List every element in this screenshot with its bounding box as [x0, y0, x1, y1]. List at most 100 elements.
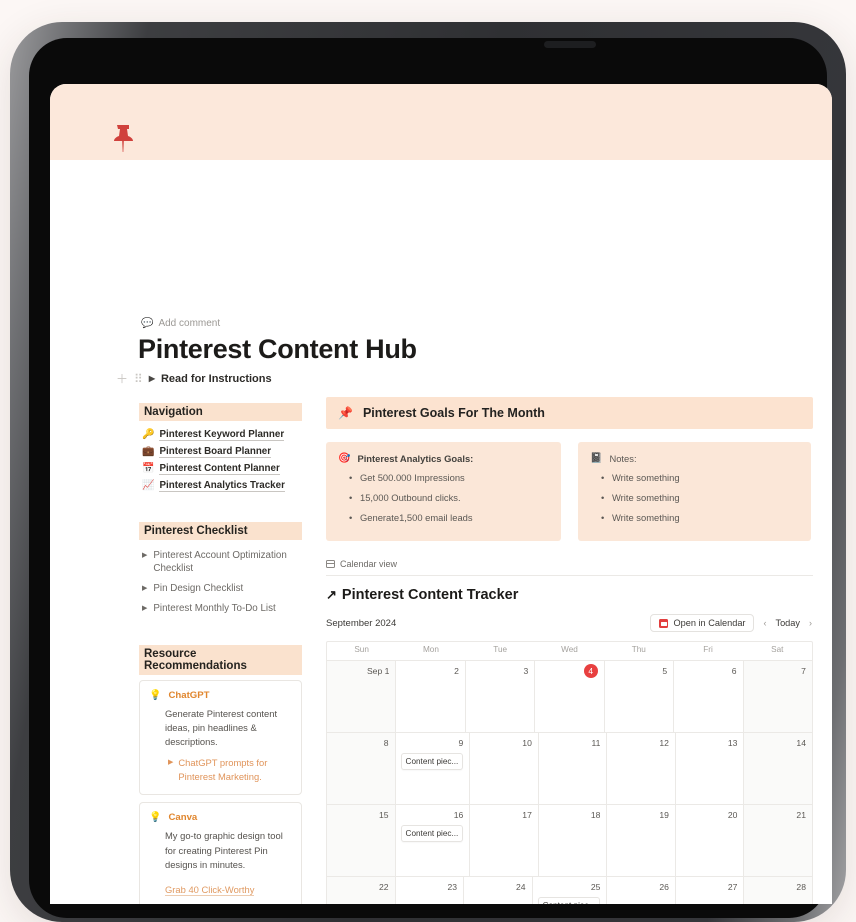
checklist-item-monthly-todo[interactable]: ▶ Pinterest Monthly To-Do List — [139, 599, 302, 619]
main-content-column: 📌 Pinterest Goals For The Month 🎯 Pinter… — [326, 397, 813, 904]
calendar-day-number: 12 — [659, 738, 669, 749]
calendar-day-cell[interactable]: 20 — [675, 805, 745, 877]
calendar-day-cell[interactable]: 27 — [675, 877, 745, 904]
calendar-day-cell[interactable]: 14 — [744, 733, 812, 805]
notes-card: 📓 Notes: Write something Write something… — [578, 442, 811, 542]
calendar-day-cell[interactable]: 10 — [470, 733, 539, 805]
calendar-prev-button[interactable]: ‹ — [762, 618, 767, 628]
resource-card-link-block: Grab 40 Click-Worthy Pinterest Templates — [149, 880, 291, 904]
checklist-list: ▶ Pinterest Account Optimization Checkli… — [139, 545, 302, 619]
calendar-day-cell[interactable]: 8 — [327, 733, 396, 805]
sidebar-item-content-planner[interactable]: 📅 Pinterest Content Planner — [139, 460, 302, 477]
calendar-grid: Sun Mon Tue Wed Thu Fri Sat Sep 12345678… — [326, 641, 813, 904]
calendar-toolbar: September 2024 Open in Calendar ‹ Today … — [326, 614, 813, 633]
calendar-day-cell[interactable]: 6 — [674, 661, 744, 733]
pushpin-icon[interactable] — [108, 122, 138, 169]
comment-icon: 💬 — [141, 318, 154, 329]
resources-heading: Resource Recommendations — [139, 644, 302, 675]
calendar-day-cell[interactable]: 15 — [327, 805, 396, 877]
calendar-day-cell[interactable]: 17 — [470, 805, 539, 877]
instructions-toggle-row[interactable]: ＋ ⠿ ▶ Read for Instructions — [116, 370, 272, 387]
canva-templates-link[interactable]: Grab 40 Click-Worthy Pinterest Templates — [165, 883, 255, 904]
analytics-goals-heading: Pinterest Analytics Goals: — [357, 453, 474, 464]
checklist-item-pin-design[interactable]: ▶ Pin Design Checklist — [139, 578, 302, 598]
calendar-day-cell[interactable]: 5 — [604, 661, 675, 733]
calendar-day-number: 17 — [522, 810, 532, 821]
lightbulb-icon: 💡 — [149, 689, 162, 701]
calendar-icon: 📅 — [142, 463, 155, 474]
calendar-event-chip[interactable]: Content piec... — [537, 897, 601, 904]
open-in-calendar-button[interactable]: Open in Calendar — [650, 614, 755, 633]
pushpin-icon: 📌 — [338, 406, 353, 420]
list-item: Write something — [601, 488, 799, 508]
sidebar-item-analytics-tracker[interactable]: 📈 Pinterest Analytics Tracker — [139, 477, 302, 494]
resource-card-title[interactable]: Canva — [168, 812, 197, 823]
calendar-day-cell[interactable]: 19 — [607, 805, 676, 877]
chevron-right-icon[interactable]: ▶ — [149, 374, 155, 383]
calendar-day-number: 28 — [796, 882, 806, 893]
calendar-day-number: Sep 1 — [366, 666, 390, 677]
list-item: Generate1,500 email leads — [349, 508, 549, 528]
calendar-today-button[interactable]: Today — [775, 618, 800, 628]
checklist-item-label: Pin Design Checklist — [153, 582, 244, 594]
notes-heading: Notes: — [609, 453, 637, 464]
notes-heading-row: 📓 Notes: — [590, 453, 799, 464]
resource-card-description: Generate Pinterest content ideas, pin he… — [165, 707, 278, 748]
calendar-day-cell[interactable]: 21 — [744, 805, 812, 877]
calendar-day-cell[interactable]: 3 — [465, 661, 536, 733]
day-header: Wed — [561, 645, 578, 655]
calendar-day-number: 3 — [523, 666, 529, 677]
drag-handle-icon[interactable]: ⠿ — [134, 372, 143, 386]
chevron-right-icon: ▶ — [168, 759, 174, 767]
calendar-day-cell[interactable]: 23 — [395, 877, 465, 904]
calendar-day-cell[interactable]: 26 — [607, 877, 676, 904]
calendar-day-cell[interactable]: 28 — [744, 877, 812, 904]
day-header: Tue — [493, 645, 508, 655]
calendar-day-cell[interactable]: 25 Content piec... — [532, 877, 608, 904]
sidebar-item-keyword-planner[interactable]: 🔑 Pinterest Keyword Planner — [139, 426, 302, 443]
calendar-day-cell[interactable]: 2 — [396, 661, 466, 733]
calendar-day-number: 19 — [659, 810, 669, 821]
resource-card-title[interactable]: ChatGPT — [168, 690, 209, 701]
checklist-heading: Pinterest Checklist — [139, 522, 302, 540]
calendar-day-number: 27 — [727, 882, 738, 893]
calendar-day-cell[interactable]: 12 — [607, 733, 676, 805]
navigation-list: 🔑 Pinterest Keyword Planner 💼 Pinterest … — [139, 426, 302, 494]
calendar-day-number: 5 — [662, 666, 668, 677]
calendar-view-tab[interactable]: Calendar view — [326, 559, 813, 577]
content-tracker-title[interactable]: Pinterest Content Tracker — [342, 587, 518, 603]
calendar-day-cell[interactable]: 11 — [538, 733, 608, 805]
calendar-week-row: Sep 1 2 3 4 5 6 7 — [327, 660, 812, 733]
calendar-day-cell[interactable]: 4 — [535, 661, 605, 733]
sidebar-item-board-planner[interactable]: 💼 Pinterest Board Planner — [139, 443, 302, 460]
resource-card-chatgpt: 💡 ChatGPT Generate Pinterest content ide… — [139, 679, 302, 796]
calendar-day-cell[interactable]: Sep 1 — [327, 661, 397, 733]
calendar-day-cell[interactable]: 18 — [538, 805, 608, 877]
calendar-day-number: 6 — [731, 666, 737, 677]
calendar-event-chip[interactable]: Content piec... — [400, 753, 464, 771]
notion-page-screen: 💬 Add comment Pinterest Content Hub ＋ ⠿ … — [50, 84, 832, 904]
calendar-event-chip[interactable]: Content piec... — [400, 825, 464, 843]
calendar-day-cell[interactable]: 16 Content piec... — [395, 805, 471, 877]
checklist-item-account-optimization[interactable]: ▶ Pinterest Account Optimization Checkli… — [139, 545, 302, 578]
calendar-day-number: 11 — [591, 738, 601, 749]
calendar-day-cell[interactable]: 22 — [327, 877, 396, 904]
add-block-icon[interactable]: ＋ — [116, 370, 128, 387]
calendar-next-button[interactable]: › — [808, 618, 813, 628]
instructions-toggle-label: Read for Instructions — [160, 372, 272, 385]
calendar-day-cell[interactable]: 7 — [743, 661, 812, 733]
resource-card-title-row: 💡 Canva — [149, 812, 291, 823]
target-icon: 🎯 — [338, 453, 351, 464]
calendar-day-number: 7 — [801, 666, 806, 677]
calendar-day-cell[interactable]: 13 — [675, 733, 745, 805]
page-cover-banner — [50, 84, 832, 160]
add-comment-button[interactable]: 💬 Add comment — [141, 318, 220, 329]
analytics-goals-heading-row: 🎯 Pinterest Analytics Goals: — [338, 453, 549, 464]
calendar-day-number: 18 — [590, 810, 601, 821]
calendar-day-cell[interactable]: 24 — [464, 877, 533, 904]
key-icon: 🔑 — [142, 429, 155, 440]
resource-card-sublink[interactable]: ▶ ChatGPT prompts for Pinterest Marketin… — [149, 756, 291, 784]
briefcase-icon: 💼 — [142, 446, 155, 457]
calendar-day-cell[interactable]: 9 Content piec... — [395, 733, 471, 805]
open-in-calendar-label: Open in Calendar — [673, 618, 746, 629]
